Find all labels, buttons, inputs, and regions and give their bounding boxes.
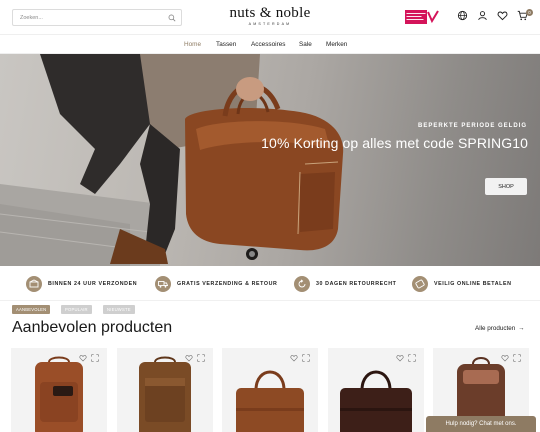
- cart-count-badge: 0: [526, 9, 533, 16]
- user-icon[interactable]: [477, 10, 488, 21]
- section-title: Aanbevolen producten: [12, 319, 173, 336]
- chat-button[interactable]: Hulp nodig? Chat met ons.: [426, 416, 536, 432]
- nav-item-sale[interactable]: Sale: [299, 41, 312, 48]
- expand-icon[interactable]: [408, 354, 416, 362]
- all-products-label: Alle producten: [475, 325, 516, 332]
- globe-icon[interactable]: [457, 10, 468, 21]
- heart-icon[interactable]: [497, 10, 508, 21]
- logo-text: nuts & noble: [229, 5, 311, 21]
- all-products-link[interactable]: Alle producten →: [475, 325, 525, 332]
- nav-item-home[interactable]: Home: [184, 41, 201, 48]
- hero-eyebrow: BEPERKTE PERIODE GELDIG: [417, 123, 527, 129]
- shop-button[interactable]: SHOP: [485, 178, 527, 195]
- product-card[interactable]: [11, 348, 107, 432]
- tab-nieuwste[interactable]: NIEUWSTE: [103, 305, 135, 314]
- expand-icon[interactable]: [197, 354, 205, 362]
- expand-icon[interactable]: [91, 354, 99, 362]
- logo-subtitle: AMSTERDAM: [248, 22, 292, 26]
- expand-icon[interactable]: [513, 354, 521, 362]
- product-card[interactable]: [222, 348, 318, 432]
- usp-text: 30 DAGEN RETOURRECHT: [316, 281, 397, 287]
- search-input[interactable]: [20, 12, 160, 23]
- logo[interactable]: nuts & noble AMSTERDAM: [220, 5, 320, 26]
- hero-title: 10% Korting op alles met code SPRING10: [261, 135, 528, 151]
- usp-bar: BINNEN 24 UUR VERZONDEN GRATIS VERZENDIN…: [0, 266, 540, 301]
- return-icon: [294, 276, 310, 292]
- truck-icon: [155, 276, 171, 292]
- main-nav: Home Tassen Accessoires Sale Merken: [0, 34, 540, 54]
- product-card[interactable]: [117, 348, 213, 432]
- heart-icon[interactable]: [79, 354, 87, 362]
- product-card[interactable]: [328, 348, 424, 432]
- tab-populair[interactable]: POPULAIR: [61, 305, 92, 314]
- heart-icon[interactable]: [396, 354, 404, 362]
- nav-item-merken[interactable]: Merken: [326, 41, 347, 48]
- tab-aanbevolen[interactable]: AANBEVOLEN: [12, 305, 51, 314]
- webshop-keurmerk-badge[interactable]: [405, 10, 439, 24]
- card-icon: [412, 276, 428, 292]
- usp-text: BINNEN 24 UUR VERZONDEN: [48, 281, 138, 287]
- heart-icon[interactable]: [290, 354, 298, 362]
- usp-text: GRATIS VERZENDING & RETOUR: [177, 281, 278, 287]
- search-icon[interactable]: [168, 14, 176, 22]
- nav-item-accessoires[interactable]: Accessoires: [251, 41, 285, 48]
- heart-icon[interactable]: [501, 354, 509, 362]
- search-box[interactable]: [12, 9, 182, 26]
- usp-text: VEILIG ONLINE BETALEN: [434, 281, 512, 287]
- hero-banner[interactable]: BEPERKTE PERIODE GELDIG 10% Korting op a…: [0, 54, 540, 266]
- arrow-right-icon: →: [518, 325, 525, 332]
- delivery-icon: [26, 276, 42, 292]
- heart-icon[interactable]: [185, 354, 193, 362]
- site-header: nuts & noble AMSTERDAM 0: [0, 0, 540, 34]
- expand-icon[interactable]: [302, 354, 310, 362]
- nav-item-tassen[interactable]: Tassen: [216, 41, 236, 48]
- hero-image: [0, 54, 344, 266]
